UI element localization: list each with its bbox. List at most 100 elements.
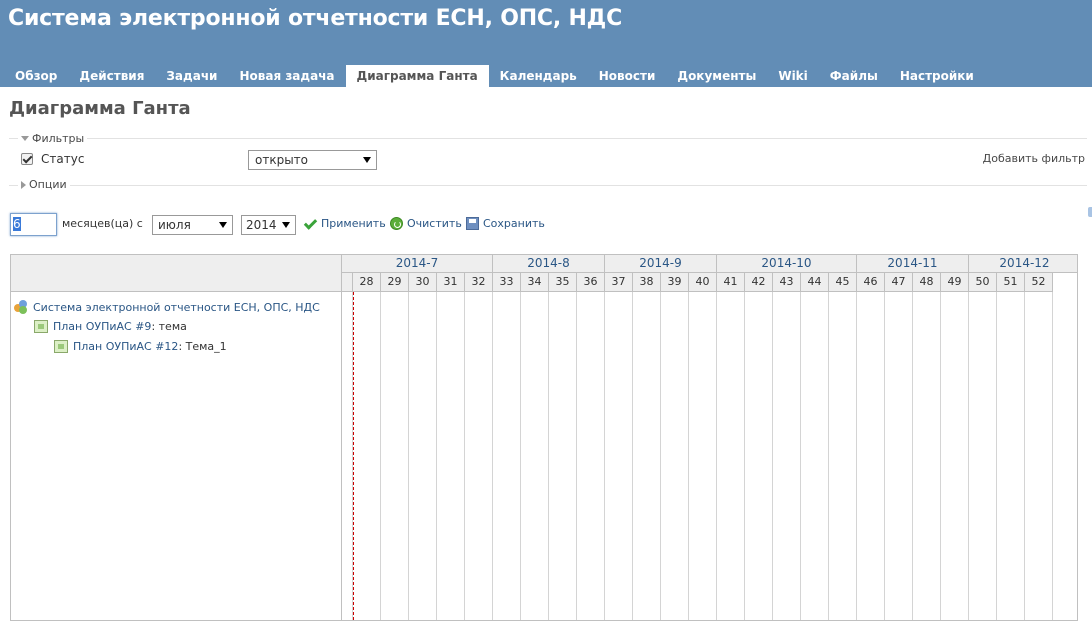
menu-item[interactable]: Документы — [666, 65, 767, 87]
gantt-week-header: 34 — [521, 273, 549, 292]
gantt-week-column — [521, 292, 549, 620]
gantt-week-column — [745, 292, 773, 620]
gantt-week-column — [689, 292, 717, 620]
gantt-week-column — [342, 292, 353, 620]
gantt-week-header: 38 — [633, 273, 661, 292]
menu-item[interactable]: Новая задача — [228, 65, 345, 87]
gantt-subjects-header — [11, 255, 341, 292]
gantt-week-header: 46 — [857, 273, 885, 292]
gantt-week-column — [409, 292, 437, 620]
menu-item[interactable]: Файлы — [819, 65, 889, 87]
gantt-week-header: 42 — [745, 273, 773, 292]
gantt-week-header: 40 — [689, 273, 717, 292]
status-select-value: открыто — [255, 153, 309, 167]
gantt-month-header[interactable]: 2014-11 — [857, 255, 969, 273]
gantt-week-column — [857, 292, 885, 620]
gantt-week-column — [969, 292, 997, 620]
menu-item[interactable]: Новости — [588, 65, 667, 87]
gantt-week-header: 45 — [829, 273, 857, 292]
months-input[interactable]: 6 — [10, 213, 57, 236]
gantt-subject-task-link[interactable]: План ОУПиАС #9 — [53, 320, 151, 333]
menu-item[interactable]: Задачи — [155, 65, 228, 87]
gantt-chart-area: 28 29 30 31 32 33 34 35 36 37 38 39 40 41 42 43 44 45 46 47… — [341, 254, 1078, 621]
app-title: Система электронной отчетности ЕСН, ОПС,… — [8, 6, 623, 31]
gantt-month-header[interactable]: 2014-9 — [605, 255, 717, 273]
save-label: Сохранить — [483, 217, 545, 230]
gantt-week-column — [801, 292, 829, 620]
gantt-subject-project[interactable]: Система электронной отчетности ЕСН, ОПС,… — [14, 300, 320, 314]
gantt-week-column — [577, 292, 605, 620]
gantt-subject-project-link[interactable]: Система электронной отчетности ЕСН, ОПС,… — [33, 301, 320, 314]
gantt-week-column — [717, 292, 745, 620]
gantt-week-header: 52 — [1025, 273, 1053, 292]
menu-item[interactable]: Настройки — [889, 65, 985, 87]
status-label: Статус — [41, 152, 85, 166]
filters-divider — [9, 138, 1087, 139]
options-legend[interactable]: Опции — [18, 178, 70, 191]
dropdown-arrow-icon — [219, 222, 227, 228]
gantt-week-header: 32 — [465, 273, 493, 292]
apply-link[interactable]: Применить — [304, 217, 386, 230]
gantt-month-header[interactable]: 2014-12 — [969, 255, 1077, 273]
gantt-subjects-panel: Система электронной отчетности ЕСН, ОПС,… — [10, 254, 342, 621]
reload-icon — [390, 217, 403, 230]
month-select[interactable]: июля — [152, 215, 233, 235]
main-menu: Обзор Действия Задачи Новая задача Диаграмма… — [4, 65, 985, 87]
gantt-week-header — [342, 273, 353, 292]
options-divider — [9, 185, 1087, 186]
gantt-month-header[interactable]: 2014-8 — [493, 255, 605, 273]
month-select-value: июля — [158, 218, 191, 232]
gantt-week-column — [661, 292, 689, 620]
gantt-week-column — [465, 292, 493, 620]
menu-item[interactable]: Wiki — [767, 65, 818, 87]
gantt-week-header: 37 — [605, 273, 633, 292]
gantt-subject-task-title: : Тема_1 — [178, 340, 227, 353]
apply-label: Применить — [321, 217, 386, 230]
gantt-week-column — [885, 292, 913, 620]
gantt-week-header: 43 — [773, 273, 801, 292]
gantt-month-header[interactable]: 2014-7 — [342, 255, 493, 273]
gantt-week-header: 47 — [885, 273, 913, 292]
options-legend-label: Опции — [29, 178, 67, 191]
header-bar: Система электронной отчетности ЕСН, ОПС,… — [0, 0, 1092, 87]
status-checkbox[interactable] — [21, 153, 33, 165]
menu-item[interactable]: Диаграмма Ганта — [345, 65, 489, 87]
scroll-edge — [1088, 207, 1092, 217]
gantt-subject-task[interactable]: План ОУПиАС #12: Тема_1 — [54, 340, 227, 353]
task-icon — [54, 340, 68, 353]
filters-legend[interactable]: Фильтры — [18, 132, 88, 145]
gantt-week-column — [353, 292, 381, 620]
project-icon — [14, 300, 28, 314]
year-select-value: 2014 — [246, 218, 277, 232]
gantt-week-header: 33 — [493, 273, 521, 292]
gantt-week-header: 41 — [717, 273, 745, 292]
gantt-week-column — [493, 292, 521, 620]
gantt-week-header: 31 — [437, 273, 465, 292]
gantt-subject-task[interactable]: План ОУПиАС #9: тема — [34, 320, 187, 333]
today-line — [353, 292, 354, 620]
year-select[interactable]: 2014 — [241, 215, 296, 235]
gantt-week-column — [549, 292, 577, 620]
clear-label: Очистить — [407, 217, 462, 230]
gantt-week-column — [437, 292, 465, 620]
gantt-week-column — [1025, 292, 1053, 620]
gantt-week-header: 50 — [969, 273, 997, 292]
menu-item[interactable]: Календарь — [489, 65, 588, 87]
collapse-triangle-icon — [21, 136, 29, 141]
add-filter-select[interactable]: Добавить фильтр — [983, 152, 1085, 165]
months-label: месяцев(ца) с — [62, 217, 143, 230]
gantt-week-header: 35 — [549, 273, 577, 292]
gantt-subject-task-link[interactable]: План ОУПиАС #12 — [73, 340, 178, 353]
gantt-week-header: 39 — [661, 273, 689, 292]
save-link[interactable]: Сохранить — [466, 217, 545, 230]
status-select[interactable]: открыто — [248, 150, 377, 170]
gantt-week-column — [633, 292, 661, 620]
gantt-week-column — [941, 292, 969, 620]
menu-item[interactable]: Действия — [68, 65, 155, 87]
dropdown-arrow-icon — [363, 157, 371, 163]
gantt-week-header: 29 — [381, 273, 409, 292]
gantt-month-header[interactable]: 2014-10 — [717, 255, 857, 273]
menu-item[interactable]: Обзор — [4, 65, 68, 87]
gantt-week-header: 28 — [353, 273, 381, 292]
clear-link[interactable]: Очистить — [390, 217, 462, 230]
